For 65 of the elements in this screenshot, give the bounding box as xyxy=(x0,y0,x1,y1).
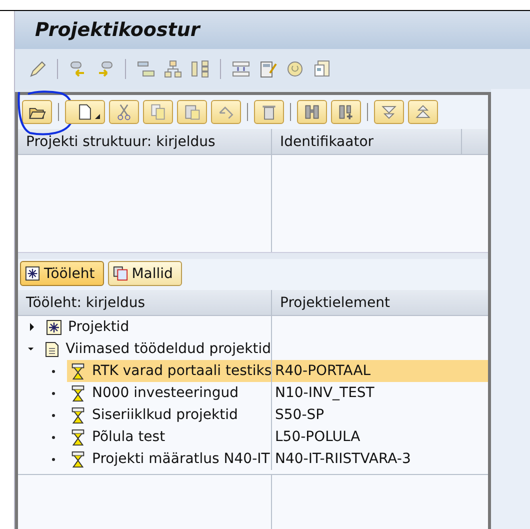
cut-button[interactable] xyxy=(109,100,139,124)
collapse-button[interactable] xyxy=(408,100,438,124)
project-description: Projekti määratlus N40-IT xyxy=(92,451,270,467)
hourglass-icon xyxy=(70,450,86,468)
hourglass-icon xyxy=(70,428,86,446)
tab[interactable]: Mallid xyxy=(108,261,182,286)
paste-button[interactable] xyxy=(177,100,207,124)
new-document-button[interactable] xyxy=(65,100,105,124)
trash-icon xyxy=(260,103,278,121)
selected-row-highlight[interactable]: RTK varad portaali testiks xyxy=(67,360,271,382)
copy-button[interactable] xyxy=(143,100,173,124)
splitter-handle[interactable] xyxy=(18,252,488,259)
copy-icon xyxy=(112,266,128,281)
expand-arrow-icon[interactable] xyxy=(28,323,36,331)
undo-button[interactable] xyxy=(211,100,241,124)
binoculars-icon xyxy=(303,103,321,121)
project-description: N000 investeeringud xyxy=(92,385,238,401)
column-header[interactable]: Tööleht: kirjeldus xyxy=(18,290,272,315)
project-element: N10-INV_TEST xyxy=(275,385,374,401)
calculator-icon[interactable] xyxy=(258,59,278,79)
document-icon[interactable] xyxy=(312,59,332,79)
tree-node-label[interactable]: Viimased töödeldud projektid xyxy=(66,341,271,357)
project-element: R40-PORTAAL xyxy=(275,363,371,379)
tree-structure-icon[interactable] xyxy=(163,59,183,79)
hourglass-icon xyxy=(70,384,86,402)
project-element: S50-SP xyxy=(275,407,324,423)
find-button[interactable] xyxy=(297,100,327,124)
document-icon xyxy=(44,340,60,358)
project-row[interactable]: Siseriiklkud projektid xyxy=(67,404,271,426)
project-description: RTK varad portaali testiks xyxy=(92,363,271,379)
delete-button[interactable] xyxy=(254,100,284,124)
chevron-up-icon xyxy=(414,103,432,121)
binoculars-plus-icon xyxy=(337,103,355,121)
paste-icon xyxy=(183,103,201,121)
copy-icon xyxy=(149,103,167,121)
column-header[interactable]: Projektielement xyxy=(272,290,488,315)
asterisk-box-icon xyxy=(46,318,62,336)
project-description: Põlula test xyxy=(92,429,166,445)
project-row[interactable]: Põlula test xyxy=(67,426,271,448)
table-icon[interactable] xyxy=(231,59,251,79)
tree-node-label[interactable]: Projektid xyxy=(68,319,130,335)
column-header[interactable]: Identifikaator xyxy=(272,129,461,154)
project-row[interactable]: N000 investeeringud xyxy=(67,382,271,404)
hourglass-icon xyxy=(70,362,86,380)
find-next-button[interactable] xyxy=(331,100,361,124)
pencil-icon[interactable] xyxy=(27,59,47,79)
chevron-down-icon xyxy=(380,103,398,121)
open-folder-button[interactable] xyxy=(22,100,52,124)
tab[interactable]: Tööleht xyxy=(20,261,104,286)
project-row[interactable]: Projekti määratlus N40-IT xyxy=(67,448,271,470)
coin-icon[interactable] xyxy=(285,59,305,79)
grid-structure-icon[interactable] xyxy=(190,59,210,79)
dropdown-corner-icon xyxy=(95,114,100,119)
column-header[interactable]: Projekti struktuur: kirjeldus xyxy=(18,129,272,154)
hourglass-icon xyxy=(70,406,86,424)
document-icon xyxy=(76,103,94,121)
project-element: N40-IT-RIISTVARA-3 xyxy=(275,451,411,467)
hierarchy-icon[interactable] xyxy=(136,59,156,79)
collapse-arrow-icon[interactable] xyxy=(28,345,34,353)
scissors-icon xyxy=(115,103,133,121)
window-title: Projektikoostur xyxy=(35,19,200,41)
expand-button[interactable] xyxy=(374,100,404,124)
asterisk-box-icon xyxy=(25,266,40,281)
project-description: Siseriiklkud projektid xyxy=(92,407,238,423)
project-element: L50-POLULA xyxy=(275,429,360,445)
